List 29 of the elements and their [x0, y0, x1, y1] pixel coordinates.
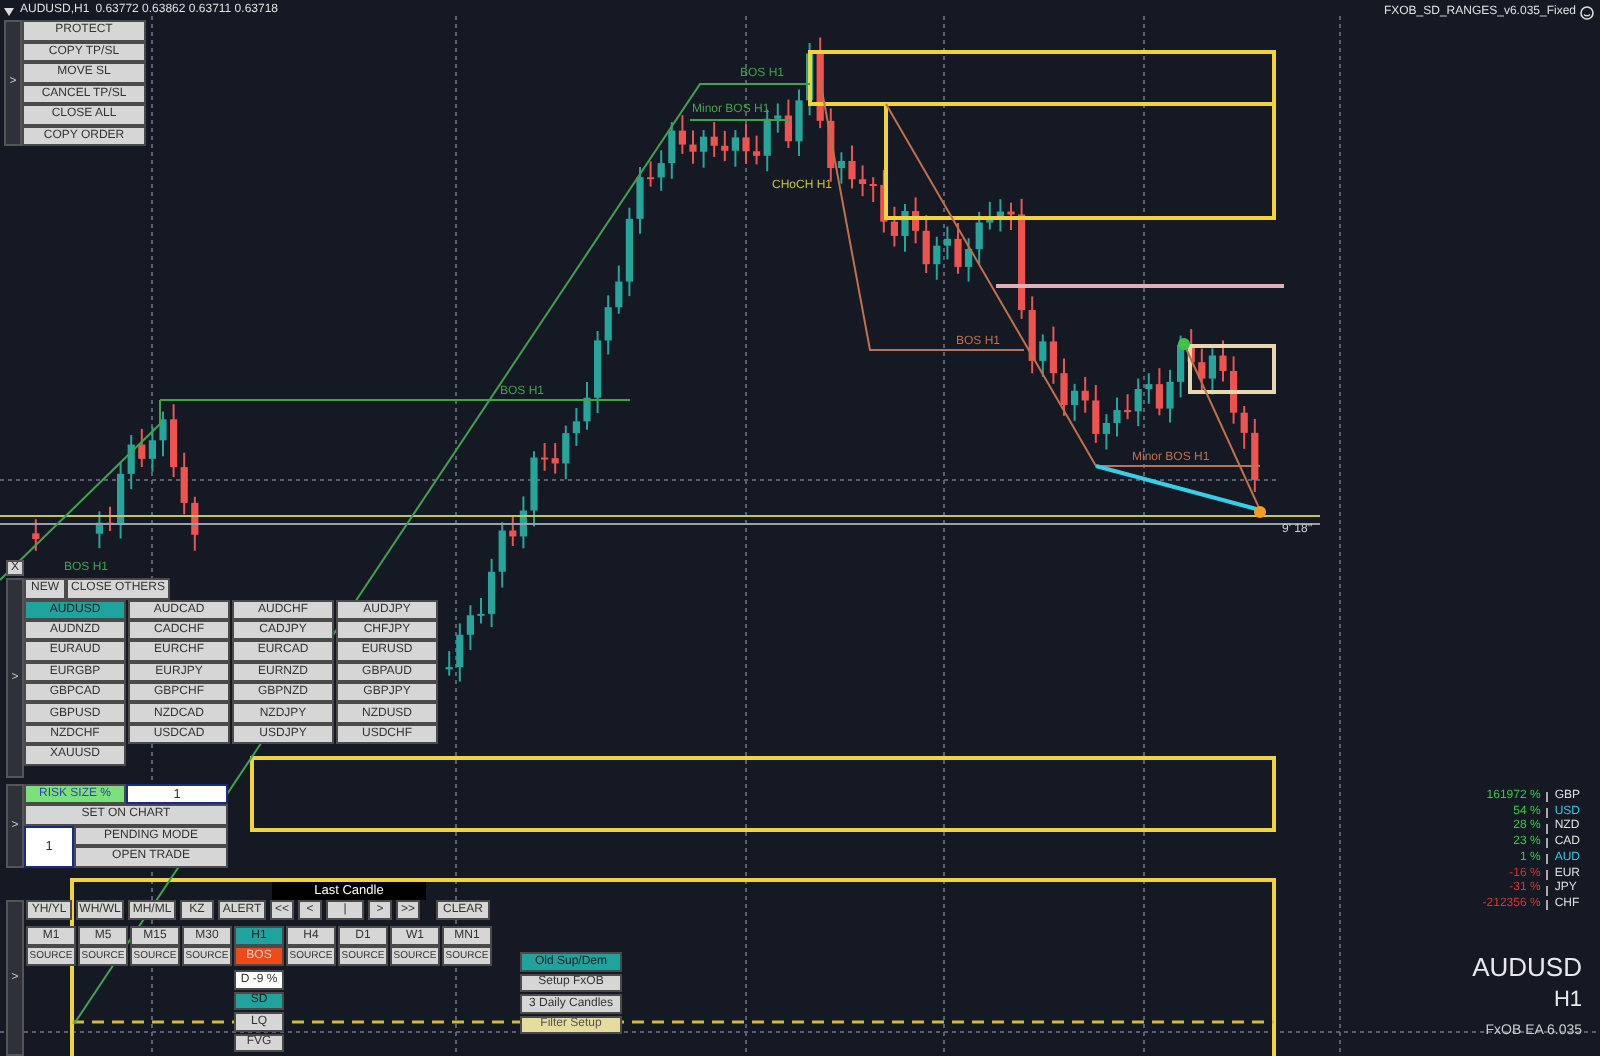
dropdown-icon[interactable] [4, 7, 14, 15]
swing-marker [1178, 338, 1190, 350]
zone-rectangle [1188, 344, 1276, 394]
candle [445, 650, 453, 677]
candle [848, 144, 856, 190]
candle [106, 505, 114, 532]
candle [583, 381, 591, 431]
candle [95, 510, 103, 550]
candle [530, 450, 538, 528]
candle [1166, 368, 1174, 424]
candle [742, 122, 750, 165]
candle [191, 495, 199, 552]
candle [1007, 201, 1015, 232]
candle [954, 221, 962, 275]
candle [1219, 339, 1227, 383]
candle [795, 88, 803, 157]
symbol-name: AUDUSD [1472, 952, 1582, 984]
candle [1113, 396, 1121, 438]
candle [689, 129, 697, 165]
candle [636, 165, 644, 235]
timeframe-name: H1 [1553, 986, 1582, 1016]
candle [901, 202, 909, 253]
smiley-icon [1580, 6, 1594, 20]
swing-marker [1254, 506, 1266, 518]
candle [159, 410, 167, 458]
candle [1060, 357, 1068, 417]
candle [32, 518, 40, 552]
candle [1251, 417, 1259, 493]
candle [477, 597, 485, 625]
